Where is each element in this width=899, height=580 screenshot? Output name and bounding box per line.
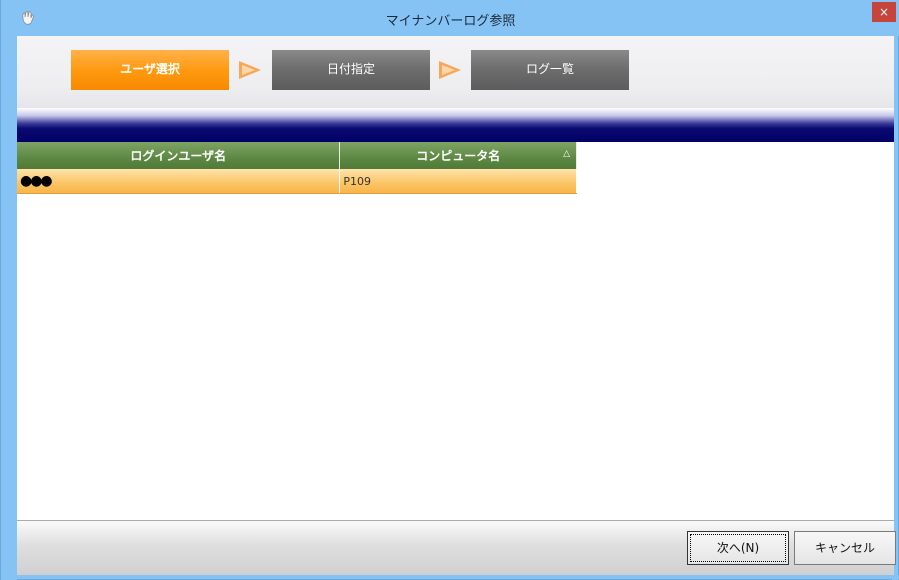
column-header-label: ログインユーザ名 — [130, 149, 227, 163]
header-band — [17, 108, 894, 142]
step-arrow-icon — [439, 61, 461, 79]
step-user-select: ユーザ選択 — [71, 50, 229, 90]
grid-area[interactable]: ログインユーザ名 コンピュータ名 △ ●●● P109 — [17, 142, 894, 520]
window-frame-bottom — [1, 575, 899, 579]
window-frame-left — [1, 36, 17, 580]
button-bar: 次へ(N) キャンセル — [17, 520, 896, 577]
column-header-computer-name[interactable]: コンピュータ名 △ — [339, 142, 577, 169]
sort-ascending-icon: △ — [563, 149, 570, 159]
step-date-select: 日付指定 — [272, 50, 430, 90]
wizard-steps: ユーザ選択 日付指定 ログ一覧 — [17, 36, 894, 108]
app-window: マイナンバーログ参照 × ユーザ選択 日付指定 ログ一覧 ログインユーザ名 コン… — [0, 0, 899, 580]
window-title: マイナンバーログ参照 — [385, 14, 516, 29]
cell-login-user[interactable]: ●●● — [17, 169, 341, 194]
close-button[interactable]: × — [872, 2, 896, 22]
cell-computer-name[interactable]: P109 — [339, 169, 577, 194]
user-grid[interactable]: ログインユーザ名 コンピュータ名 △ ●●● P109 — [17, 142, 577, 194]
column-header-login-user[interactable]: ログインユーザ名 — [17, 142, 341, 169]
step-log-list: ログ一覧 — [471, 50, 629, 90]
table-row[interactable]: ●●● P109 — [17, 169, 577, 194]
step-arrow-icon — [239, 61, 261, 79]
cancel-button[interactable]: キャンセル — [794, 531, 896, 565]
title-bar[interactable]: マイナンバーログ参照 × — [1, 0, 899, 36]
column-header-label: コンピュータ名 — [416, 149, 501, 163]
next-button[interactable]: 次へ(N) — [687, 531, 789, 565]
